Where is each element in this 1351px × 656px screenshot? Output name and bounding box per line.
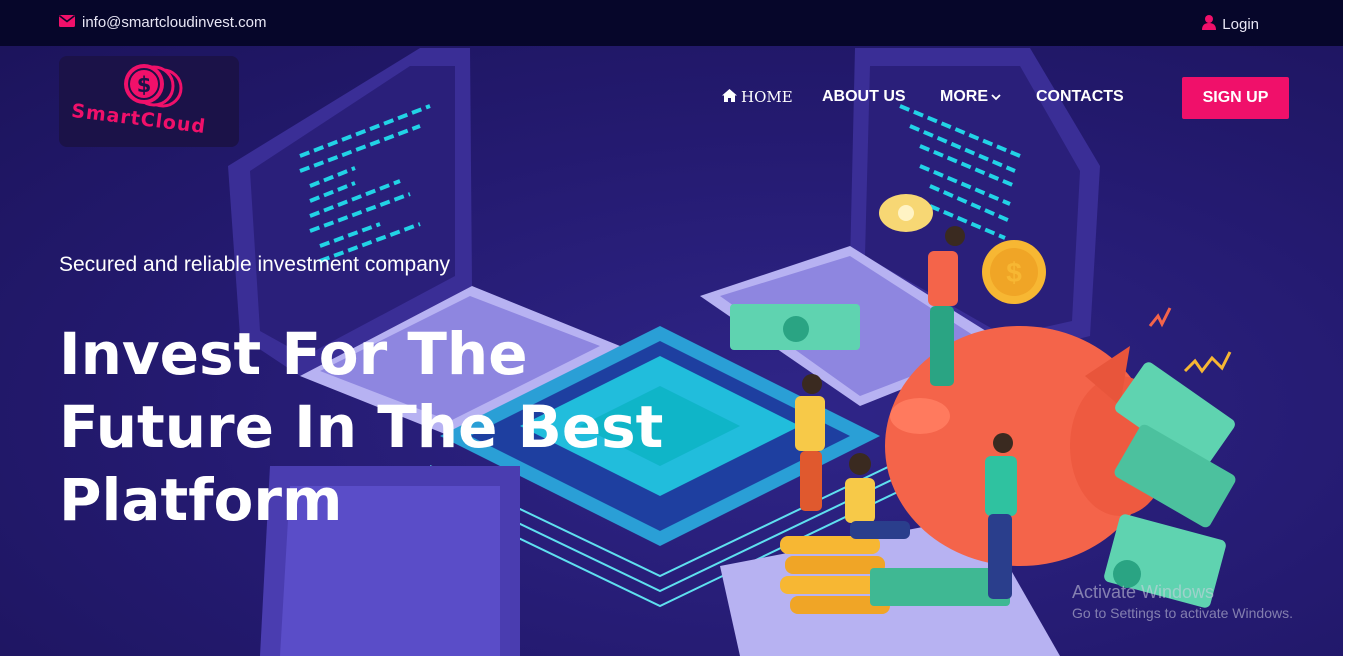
nav-contacts[interactable]: CONTACTS bbox=[1036, 88, 1124, 106]
nav-more-dropdown[interactable]: MORE bbox=[940, 88, 1001, 106]
hero-tagline: Secured and reliable investment company bbox=[59, 253, 451, 276]
headline-line-3: Platform bbox=[59, 466, 343, 534]
hero-headline: Invest For The Future In The Best Platfo… bbox=[59, 318, 679, 537]
user-icon bbox=[1202, 15, 1217, 34]
nav-home-label: HOME bbox=[741, 88, 793, 106]
email-text: info@smartcloudinvest.com bbox=[82, 14, 267, 31]
home-icon bbox=[722, 88, 737, 106]
topbar: info@smartcloudinvest.com Login bbox=[0, 0, 1351, 46]
signup-button[interactable]: SIGN UP bbox=[1182, 77, 1289, 119]
headline-line-1: Invest For The bbox=[59, 320, 528, 388]
watermark-subtitle: Go to Settings to activate Windows. bbox=[1072, 605, 1293, 621]
nav-about-label: ABOUT US bbox=[822, 88, 906, 105]
speech-bubble-illustration bbox=[879, 194, 933, 232]
activate-windows-watermark: Activate Windows Go to Settings to activ… bbox=[1072, 582, 1293, 621]
svg-text:$: $ bbox=[137, 73, 152, 97]
nav-more-label: MORE bbox=[940, 88, 988, 105]
login-label: Login bbox=[1222, 16, 1259, 33]
watermark-title: Activate Windows bbox=[1072, 582, 1215, 602]
envelope-icon bbox=[59, 14, 75, 31]
site-logo[interactable]: $ SmartCloud bbox=[59, 56, 239, 147]
window-edge bbox=[1343, 0, 1351, 656]
svg-text:$: $ bbox=[1006, 257, 1022, 288]
contact-email[interactable]: info@smartcloudinvest.com bbox=[59, 14, 266, 31]
headline-line-2: Future In The Best bbox=[59, 393, 664, 461]
login-link[interactable]: Login bbox=[1202, 15, 1259, 34]
chevron-down-icon bbox=[991, 88, 1001, 106]
nav-contacts-label: CONTACTS bbox=[1036, 88, 1124, 105]
nav-home[interactable]: HOME bbox=[722, 88, 793, 106]
nav-about-us[interactable]: ABOUT US bbox=[822, 88, 906, 106]
